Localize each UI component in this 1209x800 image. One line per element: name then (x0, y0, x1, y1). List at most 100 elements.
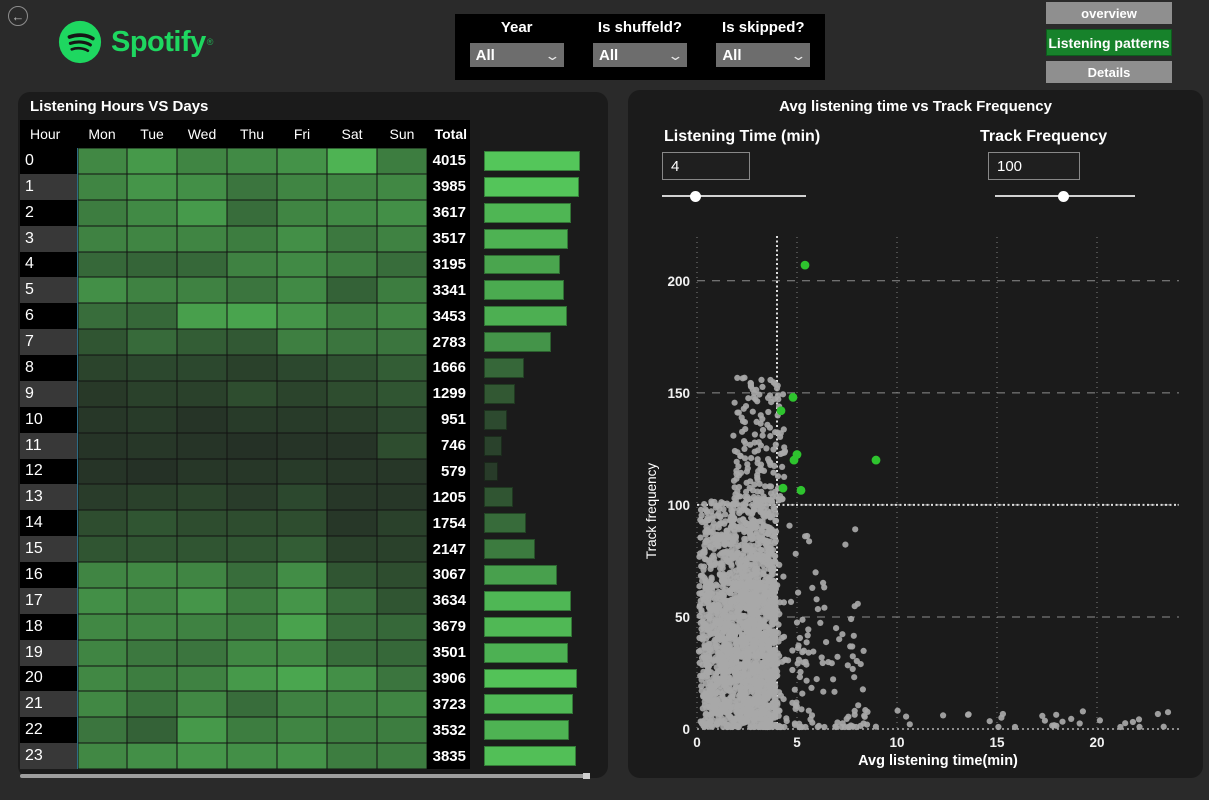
scatter-point[interactable] (741, 673, 747, 679)
heatmap-cell[interactable] (127, 666, 177, 692)
scatter-point[interactable] (743, 567, 749, 573)
scatter-point[interactable] (724, 528, 730, 534)
scatter-point[interactable] (758, 442, 764, 448)
heatmap-cell[interactable] (377, 174, 427, 200)
scatter-point[interactable] (720, 556, 726, 562)
scatter-point[interactable] (735, 543, 741, 549)
scatter-point[interactable] (741, 406, 747, 412)
scatter-point[interactable] (746, 663, 752, 669)
scatter-point[interactable] (752, 496, 758, 502)
scatter-point[interactable] (780, 391, 786, 397)
heatmap-cell[interactable] (227, 536, 277, 562)
heatmap-cell[interactable] (77, 355, 127, 381)
scatter-point[interactable] (833, 625, 839, 631)
scatter-point[interactable] (821, 584, 827, 590)
heatmap-cell[interactable] (377, 588, 427, 614)
total-bar[interactable] (484, 177, 579, 197)
scatter-point[interactable] (706, 599, 712, 605)
scatter-point[interactable] (748, 535, 754, 541)
scatter-point[interactable] (725, 710, 731, 716)
scatter-point[interactable] (726, 688, 732, 694)
heatmap-cell[interactable] (227, 200, 277, 226)
scatter-point[interactable] (749, 597, 755, 603)
heatmap-cell[interactable] (327, 743, 377, 769)
scatter-point[interactable] (772, 429, 778, 435)
heatmap-cell[interactable] (277, 433, 327, 459)
heatmap-cell[interactable] (77, 174, 127, 200)
scatter-point[interactable] (763, 547, 769, 553)
scatter-point[interactable] (794, 619, 800, 625)
scatter-point[interactable] (768, 490, 774, 496)
scatter-point[interactable] (736, 724, 742, 730)
heatmap-cell[interactable] (177, 588, 227, 614)
heatmap-cell[interactable] (227, 433, 277, 459)
heatmap-cell[interactable] (277, 303, 327, 329)
heatmap-cell[interactable] (177, 666, 227, 692)
total-bar[interactable] (484, 436, 502, 456)
heatmap-cell[interactable] (127, 148, 177, 174)
scatter-point[interactable] (781, 474, 787, 480)
heatmap-cell[interactable] (377, 329, 427, 355)
scatter-point[interactable] (734, 488, 740, 494)
scatter-point[interactable] (814, 676, 820, 682)
scatter-point[interactable] (774, 700, 780, 706)
scatter-point[interactable] (998, 715, 1004, 721)
heatmap-cell[interactable] (327, 329, 377, 355)
scatter-point[interactable] (895, 708, 901, 714)
scatter-point[interactable] (804, 639, 810, 645)
scatter-point[interactable] (697, 550, 703, 556)
scatter-point[interactable] (714, 656, 720, 662)
scatter-point[interactable] (861, 648, 867, 654)
heatmap-cell[interactable] (227, 303, 277, 329)
total-bar[interactable] (484, 410, 507, 430)
scatter-point-highlight[interactable] (789, 393, 798, 402)
scatter-point[interactable] (815, 606, 821, 612)
heatmap-cell[interactable] (277, 484, 327, 510)
heatmap-cell[interactable] (377, 277, 427, 303)
scatter-point[interactable] (1097, 717, 1103, 723)
scatter-point[interactable] (1053, 723, 1059, 729)
scatter-point[interactable] (715, 633, 721, 639)
heatmap-cell[interactable] (277, 666, 327, 692)
scatter-point[interactable] (765, 409, 771, 415)
scatter-point[interactable] (768, 483, 774, 489)
scatter-point[interactable] (821, 605, 827, 611)
scatter-point-highlight[interactable] (779, 484, 788, 493)
scatter-point[interactable] (797, 674, 803, 680)
scatter-point[interactable] (793, 702, 799, 708)
scatter-point[interactable] (1165, 709, 1171, 715)
heatmap-cell[interactable] (77, 691, 127, 717)
scatter-point[interactable] (803, 662, 809, 668)
scatter-point[interactable] (806, 650, 812, 656)
scatter-point[interactable] (711, 546, 717, 552)
scatter-point[interactable] (743, 605, 749, 611)
total-bar[interactable] (484, 229, 568, 249)
heatmap-cell[interactable] (177, 277, 227, 303)
heatmap-cell[interactable] (377, 743, 427, 769)
heatmap-cell[interactable] (227, 562, 277, 588)
scatter-point[interactable] (756, 626, 762, 632)
heatmap-cell[interactable] (177, 174, 227, 200)
heatmap-cell[interactable] (127, 355, 177, 381)
heatmap-cell[interactable] (177, 148, 227, 174)
scatter-point[interactable] (747, 582, 753, 588)
scatter-point[interactable] (722, 608, 728, 614)
scatter-point[interactable] (752, 632, 758, 638)
heatmap-cell[interactable] (227, 329, 277, 355)
scatter-point[interactable] (740, 418, 746, 424)
scatter-point[interactable] (750, 547, 756, 553)
scatter-point[interactable] (748, 653, 754, 659)
scatter-point[interactable] (698, 626, 704, 632)
scatter-point[interactable] (774, 582, 780, 588)
heatmap-cell[interactable] (127, 329, 177, 355)
scatter-point[interactable] (755, 460, 761, 466)
scatter-point[interactable] (702, 506, 708, 512)
scatter-point[interactable] (755, 545, 761, 551)
heatmap-cell[interactable] (377, 200, 427, 226)
scatter-point[interactable] (804, 678, 810, 684)
scatter-point[interactable] (798, 706, 804, 712)
total-bar[interactable] (484, 617, 572, 637)
scatter-point[interactable] (756, 568, 762, 574)
total-bar[interactable] (484, 565, 557, 585)
scatter-point[interactable] (748, 455, 754, 461)
